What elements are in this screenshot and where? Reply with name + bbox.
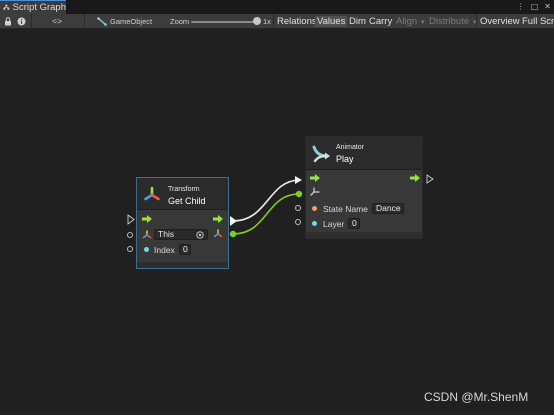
animator-control-output-port xyxy=(426,174,434,184)
transform-type-icon xyxy=(142,230,152,239)
target-picker-icon[interactable] xyxy=(196,231,204,239)
control-input-arrow-icon xyxy=(142,215,152,223)
state-name-field[interactable]: Dance xyxy=(372,203,404,214)
node-footer xyxy=(306,232,422,238)
int-type-dot xyxy=(312,221,317,226)
transform-output-type-icon xyxy=(213,229,223,238)
animator-icon xyxy=(312,145,330,163)
control-input-arrow-icon xyxy=(310,174,320,182)
node-kind: Animator xyxy=(336,144,365,151)
node-kind: Transform xyxy=(168,186,200,193)
node-title: Get Child xyxy=(168,196,206,206)
watermark: CSDN @Mr.ShenM xyxy=(424,390,529,404)
state-name-label: State Name xyxy=(323,204,368,214)
control-output-arrow-icon xyxy=(410,174,420,182)
state-name-field-value: Dance xyxy=(376,203,401,213)
connection-wires xyxy=(127,174,434,238)
transform-control-input-port xyxy=(127,214,135,225)
this-field-value: This xyxy=(158,229,175,239)
transform-axes-icon xyxy=(144,186,160,201)
node-header: Animator Play xyxy=(306,137,422,170)
state-name-input-port[interactable] xyxy=(295,205,301,211)
this-input-port[interactable] xyxy=(127,232,133,238)
layer-field-value: 0 xyxy=(352,218,357,228)
control-flow-wire-arrow xyxy=(295,176,302,184)
string-type-dot xyxy=(312,206,317,211)
index-field[interactable]: 0 xyxy=(179,244,191,255)
node-transform-get-child[interactable]: Transform Get Child This Index 0 xyxy=(136,177,229,269)
node-title: Play xyxy=(336,154,354,164)
value-wire-start xyxy=(229,230,237,238)
value-wire xyxy=(232,193,300,235)
control-output-arrow xyxy=(230,216,237,226)
node-footer xyxy=(137,262,228,268)
value-wire-end xyxy=(295,190,303,198)
index-label: Index xyxy=(154,245,175,255)
node-animator-play[interactable]: Animator Play State Name Dance Layer 0 xyxy=(305,136,423,239)
layer-input-port[interactable] xyxy=(295,219,301,225)
int-type-dot xyxy=(144,247,149,252)
index-field-value: 0 xyxy=(183,244,188,254)
target-transform-type-icon xyxy=(310,187,320,196)
layer-label: Layer xyxy=(323,219,345,229)
index-input-port[interactable] xyxy=(127,246,133,252)
layer-field[interactable]: 0 xyxy=(348,218,360,229)
control-output-arrow-icon xyxy=(213,215,223,223)
node-header: Transform Get Child xyxy=(137,178,228,210)
